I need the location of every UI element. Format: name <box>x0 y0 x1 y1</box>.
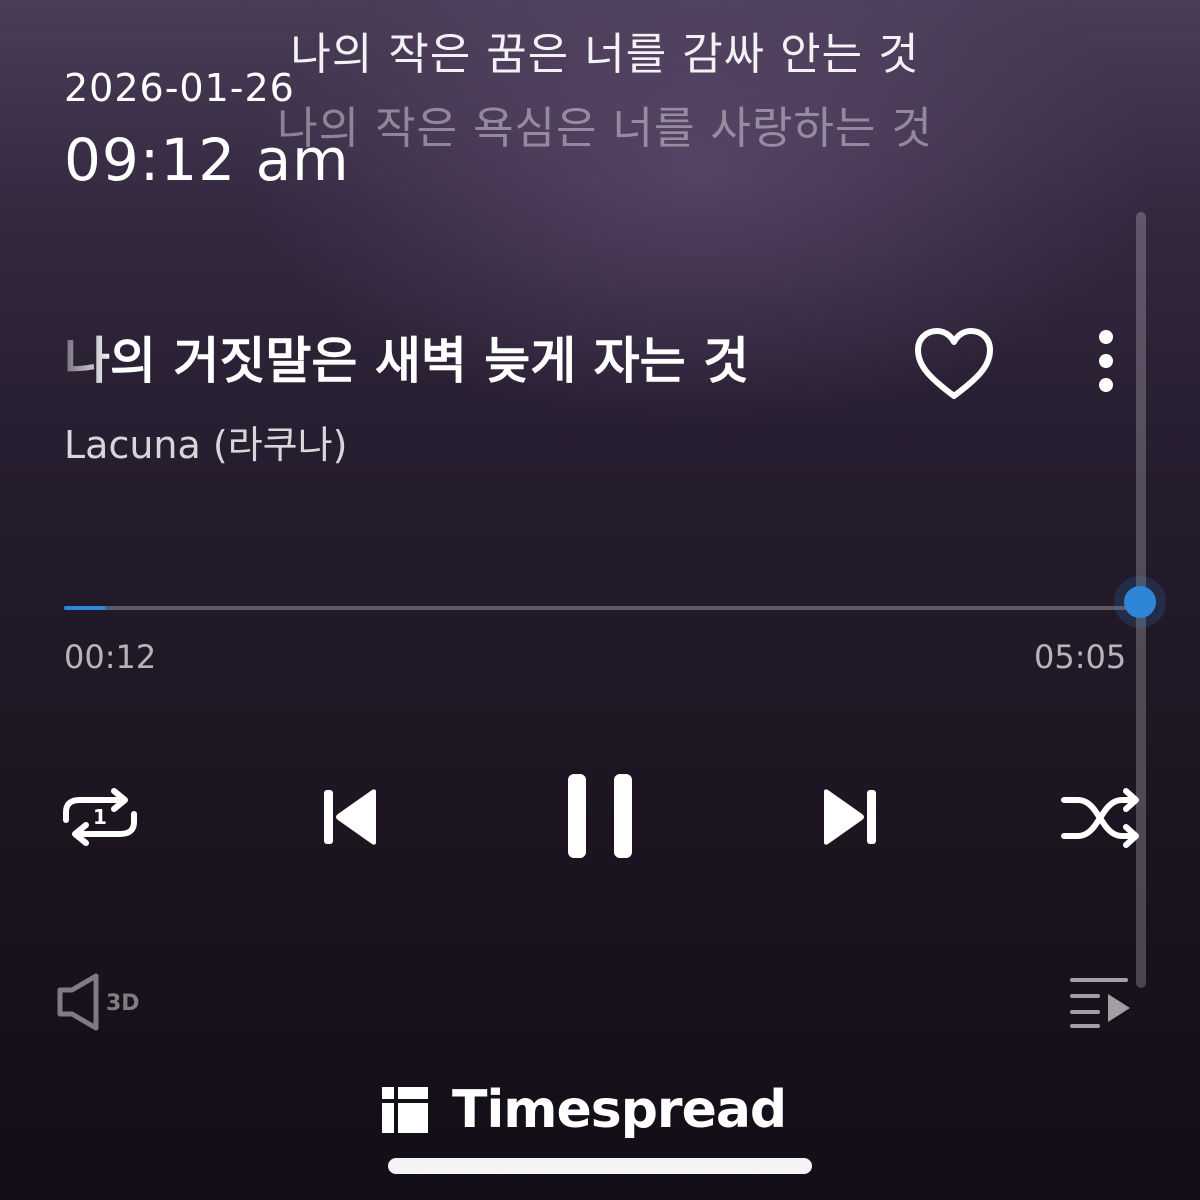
pause-button[interactable] <box>560 768 640 864</box>
skip-previous-icon <box>324 789 376 845</box>
timespread-logo-icon <box>382 1087 428 1133</box>
progress-thumb[interactable] <box>1124 586 1156 618</box>
shuffle-icon <box>1061 788 1139 848</box>
progress-bar[interactable] <box>64 606 1140 610</box>
repeat-one-icon: 1 <box>63 788 137 846</box>
timespread-watermark: Timespread <box>380 1080 787 1140</box>
elapsed-time: 00:12 <box>64 638 157 676</box>
previous-track-button[interactable] <box>318 782 382 852</box>
artist-name[interactable]: Lacuna (라쿠나) <box>64 414 347 469</box>
overlay-time: 09:12 am <box>64 126 350 194</box>
heart-outline-icon <box>915 328 993 399</box>
playlist-queue-icon <box>1070 978 1130 1028</box>
playlist-queue-button[interactable] <box>1064 972 1136 1028</box>
more-options-button[interactable] <box>1088 326 1124 396</box>
like-button[interactable] <box>912 326 996 402</box>
next-track-button[interactable] <box>818 782 882 852</box>
song-title: 나의 거짓말은 새벽 늦게 자는 것 <box>64 332 750 390</box>
sound-effect-label: 3D <box>106 991 140 1016</box>
speaker-3d-icon: 3D <box>57 973 140 1031</box>
shuffle-button[interactable] <box>1060 786 1144 848</box>
brand-name: Timespread <box>452 1080 787 1140</box>
progress-fill <box>64 606 106 610</box>
repeat-button[interactable]: 1 <box>56 786 144 848</box>
home-indicator[interactable] <box>388 1158 812 1174</box>
repeat-one-badge: 1 <box>93 805 107 829</box>
overlay-date: 2026-01-26 <box>64 66 295 110</box>
total-duration: 05:05 <box>1034 638 1127 676</box>
skip-next-icon <box>824 789 876 845</box>
vertical-ellipsis-icon <box>1099 330 1113 392</box>
pause-icon <box>568 774 632 858</box>
sound-effect-button[interactable]: 3D <box>54 972 154 1032</box>
